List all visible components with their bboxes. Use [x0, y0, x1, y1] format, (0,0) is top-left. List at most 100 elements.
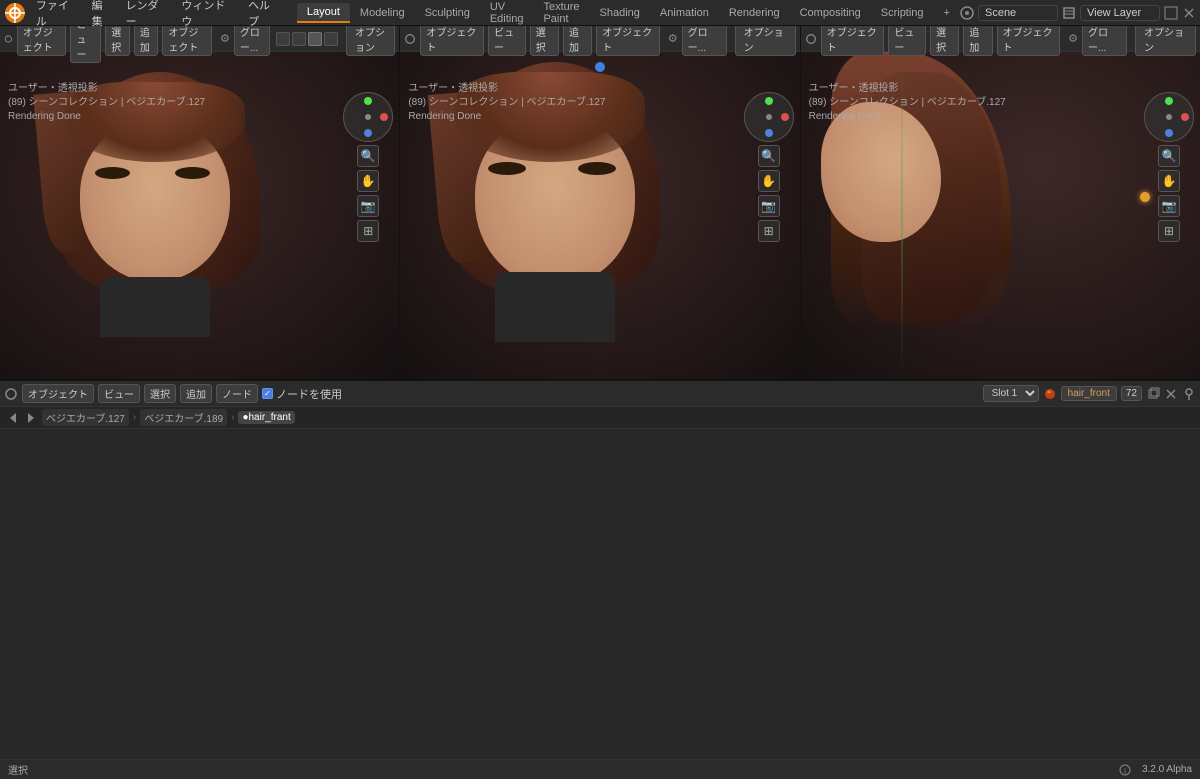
tab-texture-paint[interactable]: Texture Paint [533, 0, 589, 28]
vp2-hand-btn[interactable]: ✋ [758, 170, 780, 192]
vp2-nav-circle[interactable] [744, 92, 794, 142]
vp2-grid-btn[interactable]: ⊞ [758, 220, 780, 242]
menu-right [960, 5, 1196, 21]
ne-node[interactable]: ノード [216, 384, 258, 403]
workspace-tabs: Layout Modeling Sculpting UV Editing Tex… [297, 0, 960, 28]
vp2-nav-x [781, 113, 789, 121]
scene-input[interactable] [978, 5, 1058, 21]
tab-scripting[interactable]: Scripting [871, 4, 934, 22]
use-nodes-check[interactable]: ✓ [262, 388, 273, 399]
vp2-global[interactable]: グロー... [682, 26, 727, 56]
vp1-zoom-btn[interactable]: 🔍 [357, 145, 379, 167]
vp1-nav-circle[interactable] [343, 92, 393, 142]
vp3-object-mode[interactable]: オブジェクト [821, 26, 885, 56]
vp1-view[interactable]: ビュー [70, 26, 101, 63]
close-icon[interactable] [1182, 6, 1196, 20]
vp1-info-line2: (89) シーンコレクション | ベジエカーブ.127 [8, 96, 205, 110]
bc-item-1[interactable]: ベジエカーブ.127 [42, 409, 129, 426]
vp1-object-mode[interactable]: オブジェクト [17, 26, 67, 56]
viewport-1: オブジェクト ビュー 選択 追加 オブジェクト ⚙ グロー... オプション ユ [0, 26, 400, 379]
material-name[interactable]: hair_front [1061, 386, 1117, 401]
vp1-global[interactable]: グロー... [234, 26, 270, 56]
vp3-global[interactable]: グロー... [1082, 26, 1127, 56]
vp1-info: ユーザー・透視投影 (89) シーンコレクション | ベジエカーブ.127 Re… [8, 82, 205, 124]
vp1-nav: 🔍 ✋ 📷 ⊞ [343, 92, 393, 242]
bc-back-icon[interactable] [6, 411, 20, 425]
view-layer-icon [1062, 6, 1076, 20]
bc-forward-icon[interactable] [24, 411, 38, 425]
pin-icon[interactable] [1182, 387, 1196, 401]
vp3-cam-btn[interactable]: 📷 [1158, 195, 1180, 217]
bc-item-3[interactable]: ●hair_frant [238, 411, 294, 424]
vp3-view[interactable]: ビュー [888, 26, 926, 56]
vp3-grid-btn[interactable]: ⊞ [1158, 220, 1180, 242]
vp3-object[interactable]: オブジェクト [997, 26, 1061, 56]
vp3-toolbar: オブジェクト ビュー 選択 追加 オブジェクト ⚙ グロー... オプション [801, 26, 1200, 52]
vp3-nav: 🔍 ✋ 📷 ⊞ [1144, 92, 1194, 242]
vp2-nav-z [765, 129, 773, 137]
use-nodes-checkbox[interactable]: ✓ ノードを使用 [262, 386, 342, 402]
vp1-options[interactable]: オプション [346, 26, 395, 56]
vp3-options[interactable]: オプション [1135, 26, 1196, 56]
vp2-options[interactable]: オプション [735, 26, 796, 56]
viewport-2: オブジェクト ビュー 選択 追加 オブジェクト ⚙ グロー... オプション ユ… [400, 26, 800, 379]
material-sphere-icon [1043, 387, 1057, 401]
vp2-info-line1: ユーザー・透視投影 [408, 82, 605, 96]
vp2-select[interactable]: 選択 [530, 26, 559, 56]
vp1-select[interactable]: 選択 [105, 26, 130, 56]
vp1-add[interactable]: 追加 [134, 26, 159, 56]
tab-layout[interactable]: Layout [297, 3, 350, 23]
slot-select[interactable]: Slot 1 [983, 385, 1039, 402]
vp1-grid-btn[interactable]: ⊞ [357, 220, 379, 242]
tab-sculpting[interactable]: Sculpting [415, 4, 480, 22]
status-select: 選択 [8, 762, 28, 777]
vp2-object-mode[interactable]: オブジェクト [420, 26, 484, 56]
vp2-add[interactable]: 追加 [563, 26, 592, 56]
vp1-object[interactable]: オブジェクト [162, 26, 212, 56]
vp3-info-line3: Rendering Done [809, 110, 1006, 124]
vp3-select[interactable]: 選択 [930, 26, 959, 56]
tab-rendering[interactable]: Rendering [719, 4, 790, 22]
ne-object-mode[interactable]: オブジェクト [22, 384, 94, 403]
copy-icon[interactable] [1146, 387, 1160, 401]
vp3-nav-y [1165, 97, 1173, 105]
vp3-zoom-btn[interactable]: 🔍 [1158, 145, 1180, 167]
ne-select[interactable]: 選択 [144, 384, 176, 403]
scene-icon [960, 6, 974, 20]
svg-text:i: i [1124, 767, 1126, 776]
status-info-icon: i [1118, 763, 1132, 777]
vp3-nav-circle[interactable] [1144, 92, 1194, 142]
tab-shading[interactable]: Shading [590, 4, 650, 22]
vp1-canvas: ユーザー・透視投影 (89) シーンコレクション | ベジエカーブ.127 Re… [0, 52, 399, 379]
vp3-add[interactable]: 追加 [963, 26, 992, 56]
breadcrumb-bar: ベジエカーブ.127 › ベジエカーブ.189 › ●hair_frant [0, 407, 1200, 429]
tab-uv-editing[interactable]: UV Editing [480, 0, 534, 28]
bc-arrow-2: › [231, 412, 234, 423]
ne-add[interactable]: 追加 [180, 384, 212, 403]
blender-logo-icon [4, 2, 26, 24]
vp2-cam-btn[interactable]: 📷 [758, 195, 780, 217]
tab-modeling[interactable]: Modeling [350, 4, 415, 22]
ne-view[interactable]: ビュー [98, 384, 140, 403]
tab-compositing[interactable]: Compositing [790, 4, 871, 22]
vp1-cam-btn[interactable]: 📷 [357, 195, 379, 217]
vp1-toolbar: オブジェクト ビュー 選択 追加 オブジェクト ⚙ グロー... オプション [0, 26, 399, 52]
tab-animation[interactable]: Animation [650, 4, 719, 22]
node-editor-toolbar: オブジェクト ビュー 選択 追加 ノード ✓ ノードを使用 Slot 1 hai… [0, 381, 1200, 407]
vp1-mode-icon [4, 32, 13, 46]
status-version: 3.2.0 Alpha [1142, 764, 1192, 775]
vp2-zoom-btn[interactable]: 🔍 [758, 145, 780, 167]
menu-bar: ファイル 編集 レンダー ウィンドウ ヘルプ Layout Modeling S… [0, 0, 1200, 26]
bc-item-2[interactable]: ベジエカーブ.189 [140, 409, 227, 426]
close-material-icon[interactable] [1164, 387, 1178, 401]
main-content: オブジェクト ビュー 選択 追加 オブジェクト ⚙ グロー... オプション ユ [0, 26, 1200, 779]
vp2-view[interactable]: ビュー [488, 26, 526, 56]
vp2-object[interactable]: オブジェクト [596, 26, 660, 56]
status-bar: 選択 i 3.2.0 Alpha [0, 759, 1200, 779]
view-layer-input[interactable] [1080, 5, 1160, 21]
vp1-info-line1: ユーザー・透視投影 [8, 82, 205, 96]
vp1-hand-btn[interactable]: ✋ [357, 170, 379, 192]
vp3-info-line1: ユーザー・透視投影 [809, 82, 1006, 96]
tab-add[interactable]: + [934, 4, 960, 22]
vp3-hand-btn[interactable]: ✋ [1158, 170, 1180, 192]
